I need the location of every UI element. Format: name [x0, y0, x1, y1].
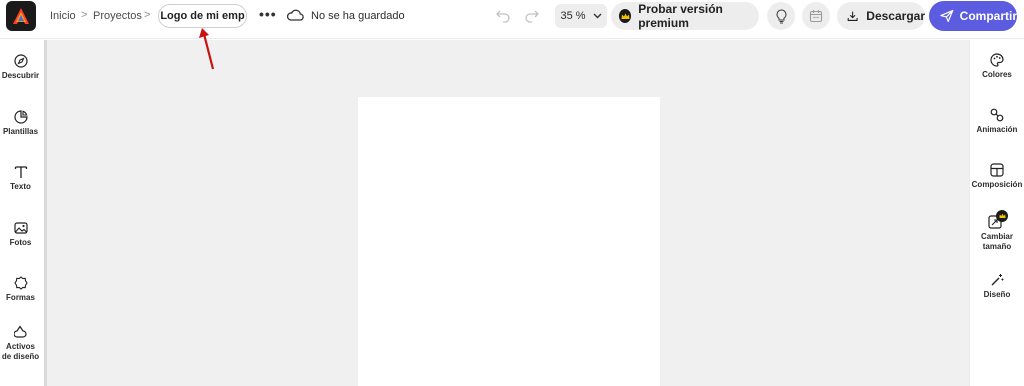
palette-icon [990, 53, 1004, 67]
sidebar-item-animacion[interactable]: Animación [970, 108, 1024, 135]
magic-wand-icon [991, 274, 1004, 286]
sidebar-item-label: Fotos [9, 238, 32, 247]
animation-icon [990, 108, 1004, 122]
lightbulb-icon [776, 8, 786, 24]
compass-icon [13, 54, 28, 68]
sidebar-item-label: Texto [10, 182, 31, 191]
send-icon [940, 9, 954, 23]
text-icon [14, 166, 27, 178]
premium-crown-badge [996, 210, 1008, 222]
artboard[interactable] [358, 97, 660, 386]
zoom-dropdown[interactable]: 35 % [555, 4, 607, 28]
sidebar-item-label: Diseño [983, 290, 1011, 299]
sidebar-item-label: Animación [976, 125, 1018, 134]
breadcrumb-proyectos[interactable]: Proyectos [93, 10, 142, 22]
share-button[interactable]: Compartir [929, 1, 1017, 31]
redo-icon[interactable] [524, 7, 540, 23]
layout-icon [990, 163, 1004, 177]
breadcrumb-inicio[interactable]: Inicio [50, 10, 76, 22]
crown-icon [998, 213, 1006, 218]
sidebar-item-cambiar-tamano[interactable]: Cambiar tamaño [970, 210, 1024, 252]
cloud-icon [286, 9, 304, 21]
chevron-down-icon [593, 13, 602, 19]
sidebar-item-diseno[interactable]: Diseño [970, 273, 1024, 300]
sidebar-item-texto[interactable]: Texto [0, 165, 41, 192]
sidebar-item-label: Descubrir [1, 71, 40, 80]
sidebar-item-label: Formas [6, 293, 35, 302]
breadcrumb-separator: > [144, 9, 151, 21]
annotation-arrow-icon [199, 28, 215, 70]
sidebar-item-label: Colores [982, 70, 1012, 79]
design-assets-icon [13, 325, 27, 338]
adobe-express-logo[interactable] [6, 1, 36, 31]
schedule-button[interactable] [802, 2, 830, 30]
sidebar-item-plantillas[interactable]: Plantillas [0, 110, 41, 137]
app-logo-icon [13, 8, 29, 24]
sidebar-item-label: Composición [971, 180, 1023, 189]
resize-icon-wrap [988, 210, 1008, 229]
left-sidebar: Descubrir Plantillas Texto Fotos Formas … [0, 40, 41, 386]
top-bar: Inicio > Proyectos > Logo de mi emp ••• … [0, 0, 1024, 39]
ideas-button[interactable] [767, 2, 795, 30]
zoom-value: 35 % [560, 10, 586, 22]
document-name-field[interactable]: Logo de mi emp [158, 4, 247, 28]
sidebar-item-activos-de-diseno[interactable]: Activos de diseño [0, 325, 41, 362]
more-options-button[interactable]: ••• [259, 6, 277, 22]
sidebar-item-colores[interactable]: Colores [970, 53, 1024, 80]
sidebar-item-descubrir[interactable]: Descubrir [0, 54, 41, 81]
photo-icon [13, 222, 28, 234]
sidebar-item-formas[interactable]: Formas [0, 276, 41, 303]
sidebar-item-label: Cambiar tamaño [980, 232, 1013, 251]
sidebar-item-label: Activos de diseño [1, 342, 40, 361]
breadcrumb-separator: > [81, 9, 88, 21]
save-status: No se ha guardado [311, 10, 405, 22]
sidebar-item-composicion[interactable]: Composición [970, 163, 1024, 190]
calendar-icon [809, 10, 823, 23]
download-label: Descargar [866, 9, 925, 23]
download-button[interactable]: Descargar [837, 2, 925, 30]
premium-trial-button[interactable]: Probar versión premium [611, 2, 759, 30]
sidebar-item-fotos[interactable]: Fotos [0, 221, 41, 248]
templates-icon [13, 110, 28, 124]
share-label: Compartir [959, 9, 1017, 23]
shapes-icon [13, 276, 28, 290]
crown-icon [619, 9, 632, 23]
premium-label: Probar versión premium [638, 2, 723, 30]
download-icon [847, 11, 858, 21]
undo-icon[interactable] [495, 7, 511, 23]
sidebar-item-label: Plantillas [2, 127, 39, 136]
right-sidebar: Colores Animación Composición Cambiar ta… [969, 40, 1024, 386]
